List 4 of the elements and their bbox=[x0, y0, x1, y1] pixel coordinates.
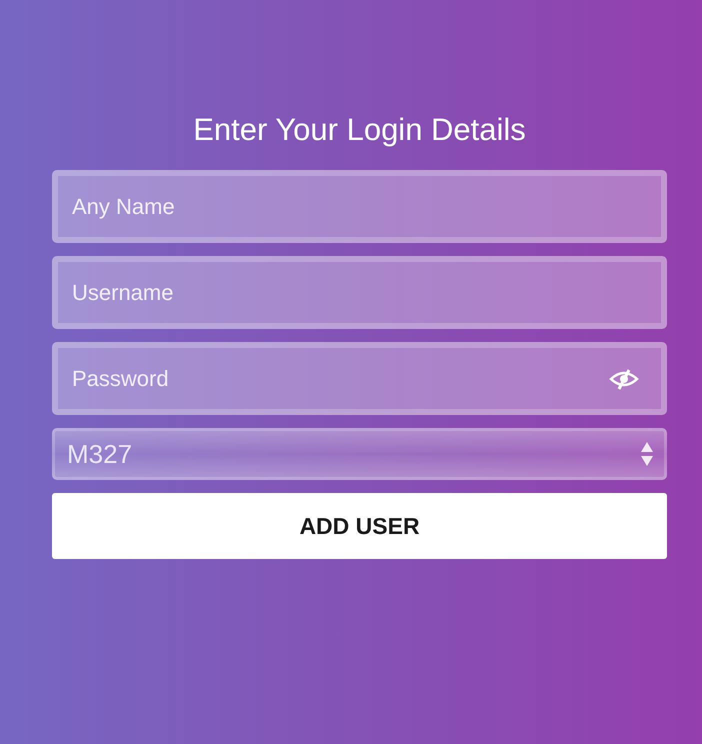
hide-password-icon[interactable] bbox=[609, 368, 639, 390]
form-title: Enter Your Login Details bbox=[192, 111, 527, 149]
stepper-arrows-icon bbox=[640, 441, 654, 467]
add-user-button[interactable]: ADD USER bbox=[52, 493, 667, 559]
